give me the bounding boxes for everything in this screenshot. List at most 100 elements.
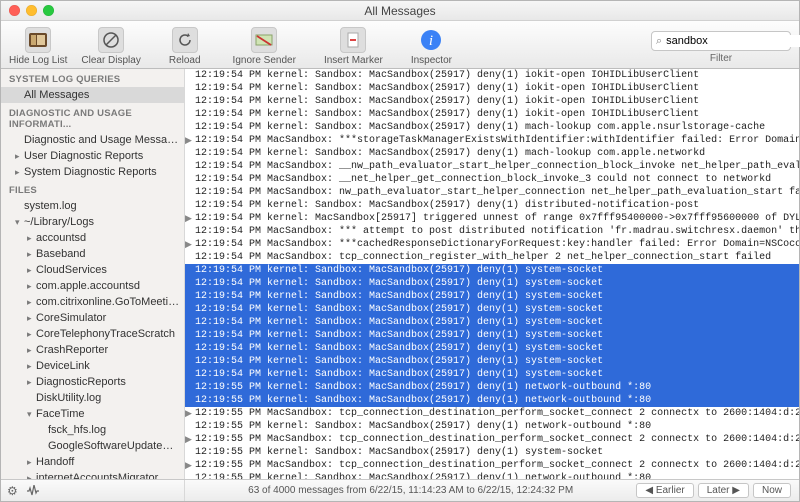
log-row[interactable]: 12:19:54 PM MacSandbox: __nw_path_evalua…: [185, 160, 799, 173]
toolbar: Hide Log List Clear Display Reload Ignor…: [1, 21, 799, 69]
insert-marker-button[interactable]: Insert Marker: [324, 27, 383, 66]
sidebar-item[interactable]: GoogleSoftwareUpdateAgent.log: [1, 438, 184, 454]
now-button[interactable]: Now: [753, 483, 791, 498]
sidebar-item[interactable]: ▸CrashReporter: [1, 342, 184, 358]
sidebar-item[interactable]: ▸DiagnosticReports: [1, 374, 184, 390]
sidebar-item-label: All Messages: [24, 89, 89, 101]
log-text: 12:19:54 PM kernel: Sandbox: MacSandbox(…: [195, 317, 603, 328]
log-row[interactable]: 12:19:54 PM kernel: Sandbox: MacSandbox(…: [185, 368, 799, 381]
log-text: 12:19:54 PM MacSandbox: ***cachedRespons…: [195, 239, 799, 250]
reload-button[interactable]: Reload: [169, 27, 201, 66]
earlier-button[interactable]: ◀ Earlier: [636, 483, 693, 498]
search-input[interactable]: [666, 35, 800, 47]
sidebar-item[interactable]: ▸Baseband: [1, 246, 184, 262]
log-row[interactable]: 12:19:54 PM kernel: Sandbox: MacSandbox(…: [185, 69, 799, 82]
log-messages-pane[interactable]: 12:19:54 PM kernel: Sandbox: MacSandbox(…: [185, 69, 799, 479]
log-row[interactable]: 12:19:55 PM kernel: Sandbox: MacSandbox(…: [185, 420, 799, 433]
log-row[interactable]: 12:19:54 PM kernel: Sandbox: MacSandbox(…: [185, 147, 799, 160]
log-row[interactable]: 12:19:54 PM kernel: Sandbox: MacSandbox(…: [185, 264, 799, 277]
log-row[interactable]: 12:19:54 PM MacSandbox: nw_path_evaluato…: [185, 186, 799, 199]
log-row[interactable]: 12:19:54 PM kernel: Sandbox: MacSandbox(…: [185, 290, 799, 303]
log-text: 12:19:54 PM kernel: Sandbox: MacSandbox(…: [195, 265, 603, 276]
log-text: 12:19:54 PM MacSandbox: nw_path_evaluato…: [195, 187, 799, 198]
inspector-button[interactable]: i Inspector: [411, 27, 452, 66]
log-row[interactable]: 12:19:54 PM MacSandbox: *** attempt to p…: [185, 225, 799, 238]
log-row[interactable]: ▶12:19:54 PM MacSandbox: ***cachedRespon…: [185, 238, 799, 251]
log-text: 12:19:55 PM kernel: Sandbox: MacSandbox(…: [195, 421, 651, 432]
log-row[interactable]: 12:19:54 PM kernel: Sandbox: MacSandbox(…: [185, 82, 799, 95]
sidebar-item[interactable]: All Messages: [1, 87, 184, 103]
log-row[interactable]: 12:19:54 PM MacSandbox: tcp_connection_r…: [185, 251, 799, 264]
sidebar-item[interactable]: DiskUtility.log: [1, 390, 184, 406]
log-row[interactable]: 12:19:54 PM kernel: Sandbox: MacSandbox(…: [185, 95, 799, 108]
log-row[interactable]: 12:19:54 PM kernel: Sandbox: MacSandbox(…: [185, 277, 799, 290]
log-row[interactable]: 12:19:54 PM kernel: Sandbox: MacSandbox(…: [185, 199, 799, 212]
sidebar-item[interactable]: fsck_hfs.log: [1, 422, 184, 438]
sidebar-item-label: system.log: [24, 200, 77, 212]
log-row[interactable]: 12:19:54 PM kernel: Sandbox: MacSandbox(…: [185, 355, 799, 368]
sidebar-item-label: User Diagnostic Reports: [24, 150, 143, 162]
log-row[interactable]: 12:19:55 PM kernel: Sandbox: MacSandbox(…: [185, 472, 799, 479]
sidebar-item[interactable]: ▸Handoff: [1, 454, 184, 470]
log-row[interactable]: 12:19:54 PM kernel: Sandbox: MacSandbox(…: [185, 316, 799, 329]
log-row[interactable]: ▶12:19:54 PM MacSandbox: ***storageTaskM…: [185, 134, 799, 147]
sidebar-item-label: CoreTelephonyTraceScratch: [36, 328, 175, 340]
log-text: 12:19:54 PM kernel: Sandbox: MacSandbox(…: [195, 70, 699, 81]
log-text: 12:19:54 PM MacSandbox: ***storageTaskMa…: [195, 135, 799, 146]
sidebar-item-label: DiagnosticReports: [36, 376, 126, 388]
log-text: 12:19:55 PM MacSandbox: tcp_connection_d…: [195, 434, 799, 445]
sidebar-item[interactable]: system.log: [1, 198, 184, 214]
sidebar-item-label: Diagnostic and Usage Messages: [24, 134, 184, 146]
sidebar-item[interactable]: ▸System Diagnostic Reports: [1, 164, 184, 180]
sidebar-item-label: ~/Library/Logs: [24, 216, 94, 228]
sidebar-item[interactable]: ▸DeviceLink: [1, 358, 184, 374]
sidebar-item-label: fsck_hfs.log: [48, 424, 106, 436]
log-row[interactable]: ▶12:19:55 PM MacSandbox: tcp_connection_…: [185, 407, 799, 420]
log-row[interactable]: ▶12:19:54 PM kernel: MacSandbox[25917] t…: [185, 212, 799, 225]
gear-icon[interactable]: ⚙: [7, 484, 18, 498]
log-row[interactable]: ▶12:19:55 PM MacSandbox: tcp_connection_…: [185, 433, 799, 446]
log-row[interactable]: 12:19:54 PM kernel: Sandbox: MacSandbox(…: [185, 303, 799, 316]
log-row[interactable]: 12:19:54 PM MacSandbox: __net_helper_get…: [185, 173, 799, 186]
sidebar[interactable]: SYSTEM LOG QUERIESAll MessagesDIAGNOSTIC…: [1, 69, 185, 479]
sidebar-item-label: GoogleSoftwareUpdateAgent.log: [48, 440, 184, 452]
log-row[interactable]: 12:19:55 PM kernel: Sandbox: MacSandbox(…: [185, 381, 799, 394]
disclosure-icon: ▸: [27, 281, 36, 292]
sidebar-item[interactable]: Diagnostic and Usage Messages: [1, 132, 184, 148]
sidebar-item[interactable]: ▸accountsd: [1, 230, 184, 246]
sidebar-item[interactable]: ▸User Diagnostic Reports: [1, 148, 184, 164]
sidebar-item[interactable]: ▸CoreTelephonyTraceScratch: [1, 326, 184, 342]
sidebar-item[interactable]: ▸com.apple.accountsd: [1, 278, 184, 294]
log-row[interactable]: ▶12:19:55 PM MacSandbox: tcp_connection_…: [185, 459, 799, 472]
later-button[interactable]: Later ▶: [698, 483, 749, 498]
log-row[interactable]: 12:19:54 PM kernel: Sandbox: MacSandbox(…: [185, 108, 799, 121]
sidebar-item-label: com.apple.accountsd: [36, 280, 140, 292]
sidebar-item[interactable]: ▸CoreSimulator: [1, 310, 184, 326]
log-row[interactable]: 12:19:55 PM kernel: Sandbox: MacSandbox(…: [185, 446, 799, 459]
ignore-sender-button[interactable]: Ignore Sender: [233, 27, 296, 66]
activity-icon[interactable]: [26, 485, 40, 497]
hide-log-list-button[interactable]: Hide Log List: [9, 27, 67, 66]
log-text: 12:19:55 PM kernel: Sandbox: MacSandbox(…: [195, 382, 651, 393]
sidebar-item-label: CrashReporter: [36, 344, 108, 356]
log-row[interactable]: 12:19:54 PM kernel: Sandbox: MacSandbox(…: [185, 342, 799, 355]
sidebar-item[interactable]: ▸internetAccountsMigrator: [1, 470, 184, 479]
log-text: 12:19:55 PM MacSandbox: tcp_connection_d…: [195, 408, 799, 419]
sidebar-item[interactable]: ▾FaceTime: [1, 406, 184, 422]
sidebar-item[interactable]: ▸com.citrixonline.GoToMeeting: [1, 294, 184, 310]
log-row[interactable]: 12:19:55 PM kernel: Sandbox: MacSandbox(…: [185, 394, 799, 407]
log-text: 12:19:54 PM kernel: Sandbox: MacSandbox(…: [195, 369, 603, 380]
disclosure-icon: ▸: [27, 457, 36, 468]
log-row[interactable]: 12:19:54 PM kernel: Sandbox: MacSandbox(…: [185, 329, 799, 342]
sidebar-item-label: Baseband: [36, 248, 86, 260]
clear-display-button[interactable]: Clear Display: [81, 27, 140, 66]
svg-text:i: i: [429, 33, 433, 49]
sidebar-item-label: DeviceLink: [36, 360, 90, 372]
log-text: 12:19:54 PM kernel: Sandbox: MacSandbox(…: [195, 96, 699, 107]
sidebar-item[interactable]: ▾~/Library/Logs: [1, 214, 184, 230]
log-text: 12:19:54 PM MacSandbox: __nw_path_evalua…: [195, 161, 799, 172]
titlebar: All Messages: [1, 1, 799, 21]
sidebar-item[interactable]: ▸CloudServices: [1, 262, 184, 278]
filter-search[interactable]: ⌕ ⓧ: [651, 31, 791, 51]
log-row[interactable]: 12:19:54 PM kernel: Sandbox: MacSandbox(…: [185, 121, 799, 134]
